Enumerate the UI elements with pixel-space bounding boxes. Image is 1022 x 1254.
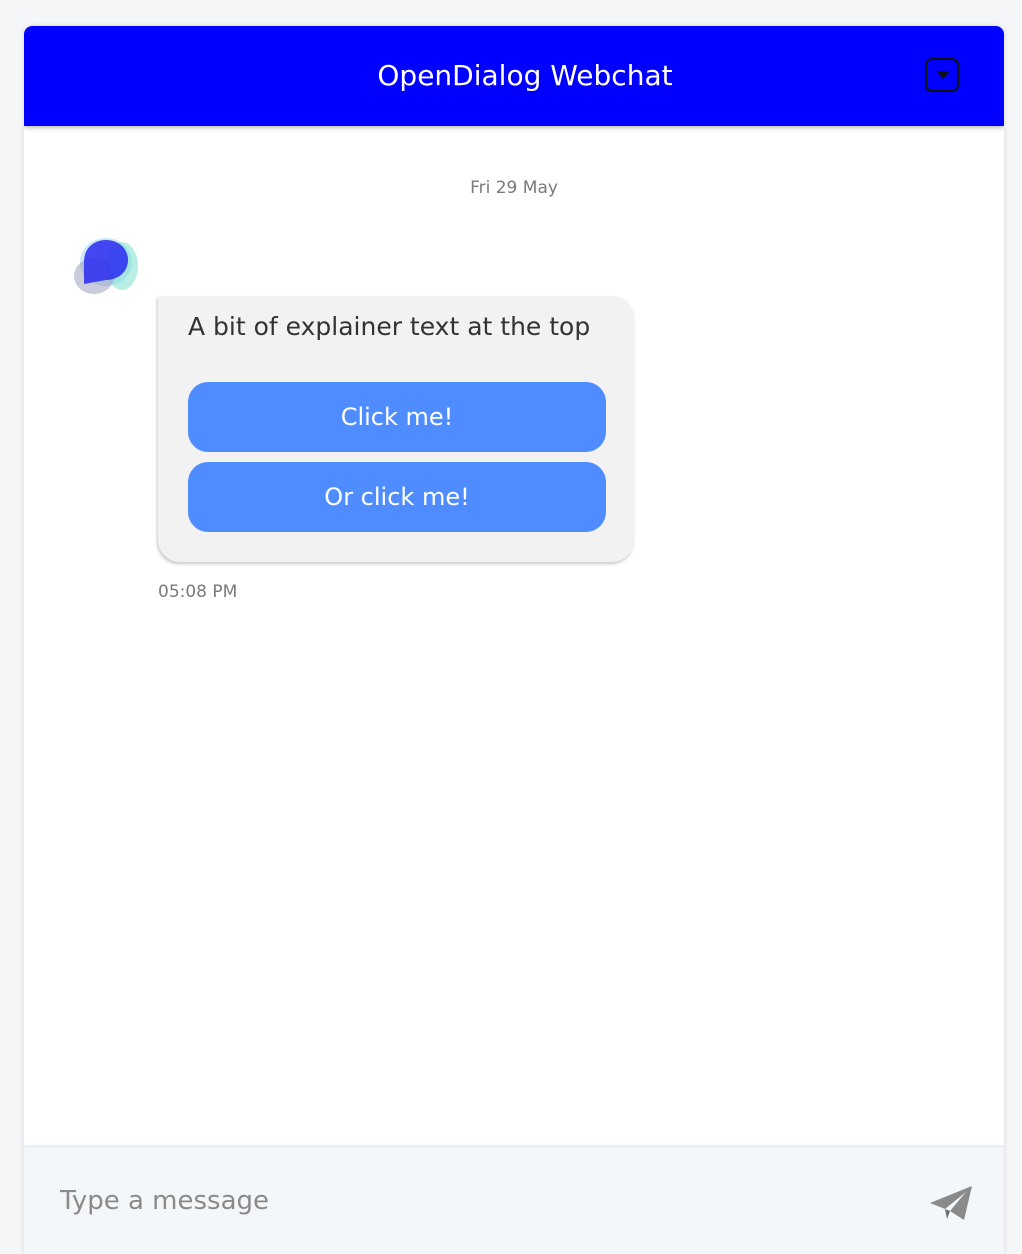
message-timestamp: 05:08 PM [158, 582, 238, 602]
click-me-button[interactable]: Click me! [188, 382, 606, 452]
paper-plane-icon [930, 1186, 972, 1220]
or-click-me-button[interactable]: Or click me! [188, 462, 606, 532]
message-input[interactable] [58, 1175, 882, 1227]
date-separator: Fri 29 May [470, 178, 558, 198]
collapse-button[interactable] [925, 58, 959, 92]
send-button[interactable] [928, 1183, 974, 1223]
chevron-down-icon [936, 71, 950, 79]
chat-title: OpenDialog Webchat [377, 59, 673, 92]
chat-header: OpenDialog Webchat [24, 26, 1004, 126]
message-text: A bit of explainer text at the top [188, 312, 591, 341]
opendialog-logo-icon [68, 226, 140, 298]
webchat-window: OpenDialog Webchat Fri 29 May A bit of e… [24, 26, 1004, 1254]
message-bubble: A bit of explainer text at the top Click… [158, 296, 634, 562]
message-composer [24, 1146, 1004, 1254]
